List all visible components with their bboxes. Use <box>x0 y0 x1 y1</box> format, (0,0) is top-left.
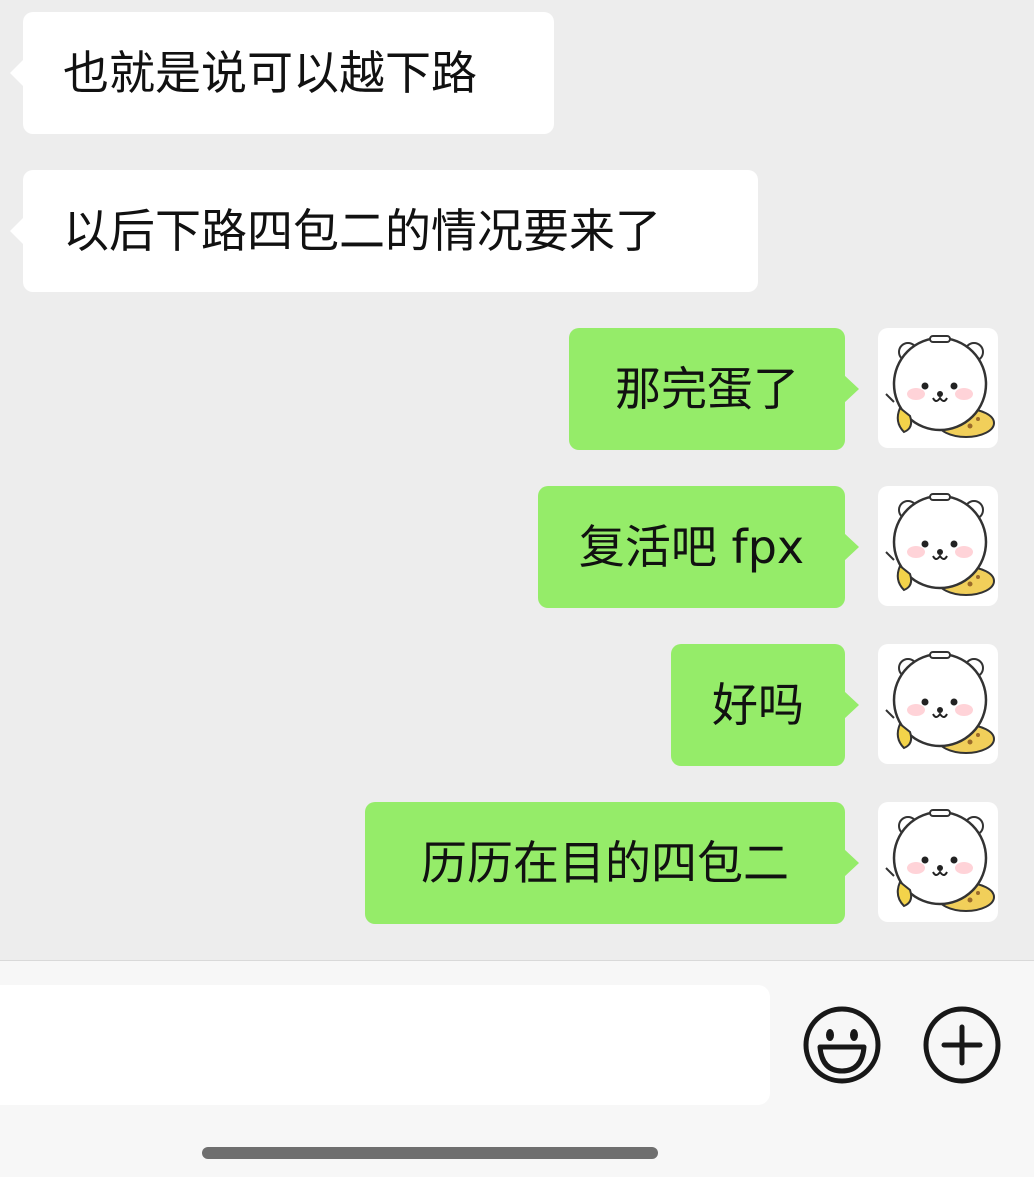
user-avatar[interactable] <box>878 328 998 448</box>
user-avatar[interactable] <box>878 644 998 764</box>
message-text: 历历在目的四包二 <box>421 836 789 890</box>
message-text: 复活吧 fpx <box>578 520 805 574</box>
message-text: 以后下路四包二的情况要来了 <box>63 204 661 258</box>
message-input[interactable] <box>0 985 770 1105</box>
chat-message-list[interactable]: 也就是说可以越下路 以后下路四包二的情况要来了 那完蛋了 复活吧 fpx 好吗 … <box>0 0 1034 960</box>
bear-avatar-icon <box>885 493 995 596</box>
user-avatar[interactable] <box>878 486 998 606</box>
message-bubble-outgoing[interactable]: 复活吧 fpx <box>538 486 859 608</box>
message-bubble-incoming[interactable]: 以后下路四包二的情况要来了 <box>10 170 758 292</box>
message-text: 好吗 <box>712 678 804 732</box>
more-options-button[interactable] <box>922 1005 1002 1085</box>
emoji-button[interactable] <box>802 1005 882 1085</box>
message-bubble-outgoing[interactable]: 历历在目的四包二 <box>365 802 859 924</box>
user-avatar[interactable] <box>878 802 998 922</box>
smiley-face-icon <box>803 1006 881 1084</box>
plus-circle-icon <box>923 1006 1001 1084</box>
home-indicator[interactable] <box>202 1147 658 1159</box>
bear-avatar-icon <box>885 335 995 438</box>
message-text: 那完蛋了 <box>615 362 799 416</box>
message-bubble-outgoing[interactable]: 那完蛋了 <box>569 328 859 450</box>
bear-avatar-icon <box>885 651 995 754</box>
message-bubble-incoming[interactable]: 也就是说可以越下路 <box>10 12 554 134</box>
bear-avatar-icon <box>885 809 995 912</box>
message-text: 也就是说可以越下路 <box>63 46 477 100</box>
message-bubble-outgoing[interactable]: 好吗 <box>671 644 859 766</box>
